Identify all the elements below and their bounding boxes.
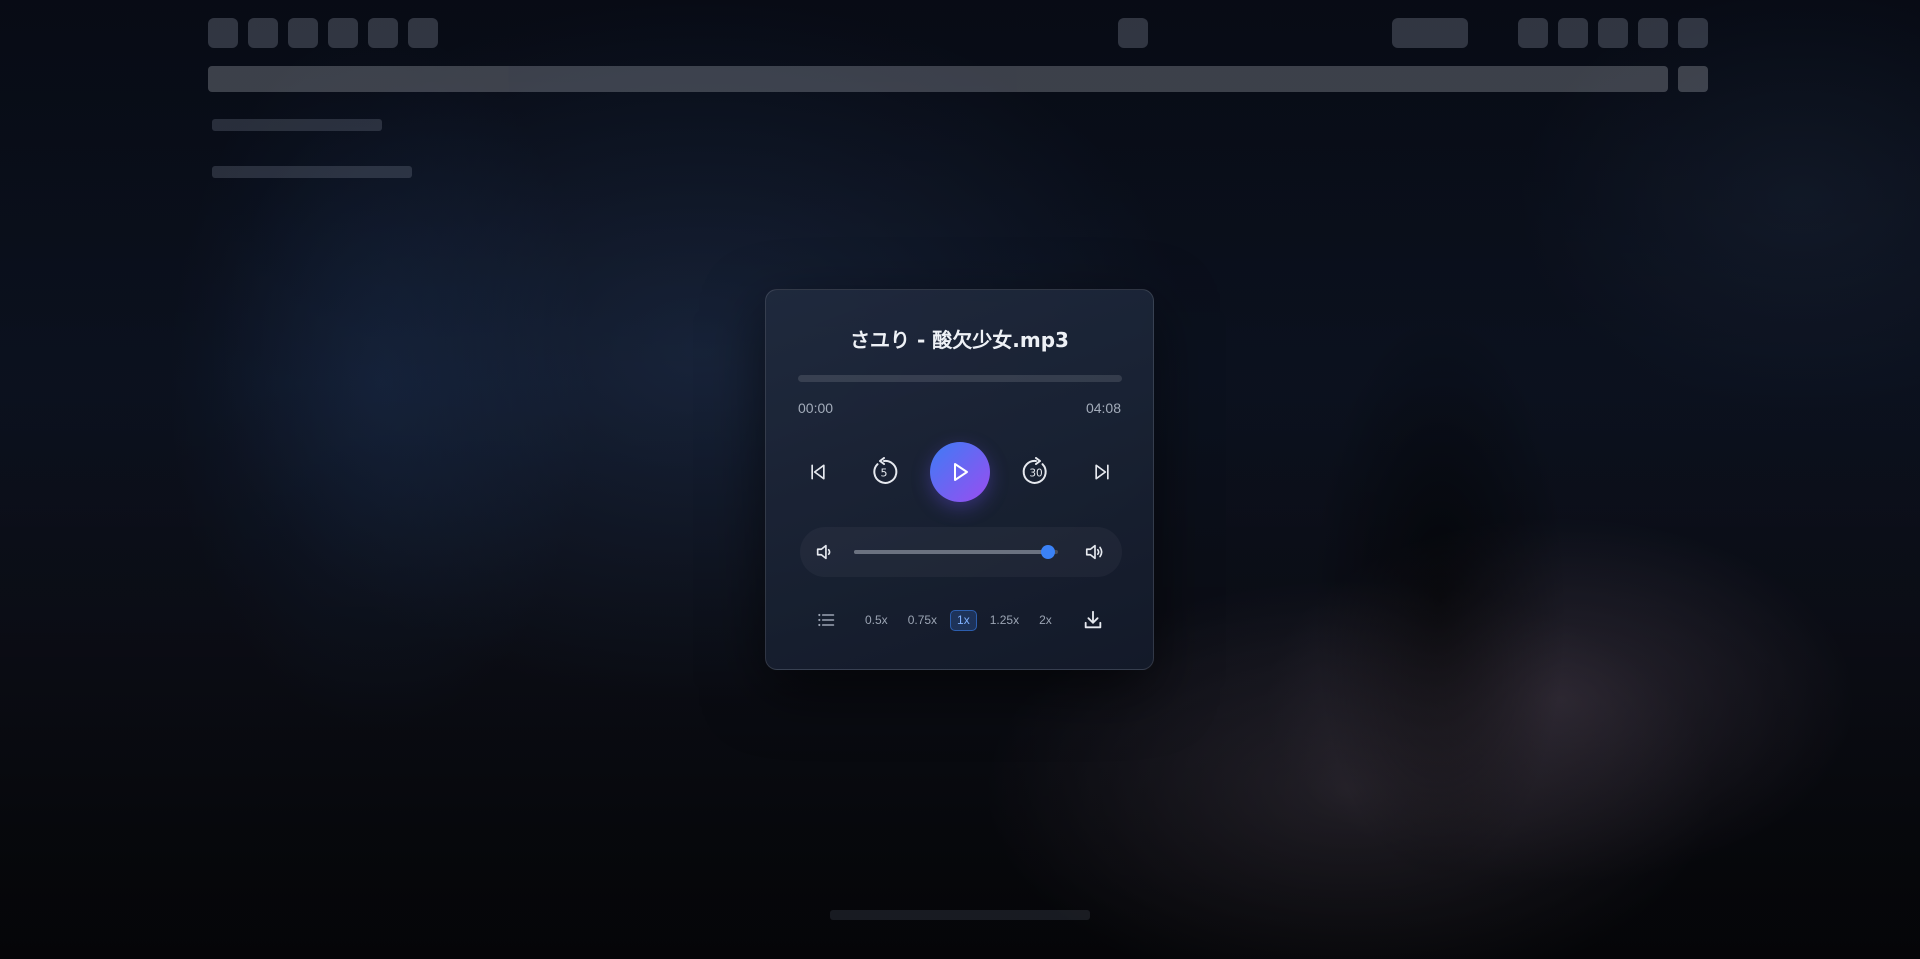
underlying-toolbar-button (248, 18, 278, 48)
forward-button[interactable]: 30 (1016, 442, 1056, 502)
underlying-address-button (1678, 66, 1708, 92)
underlying-file-row (212, 166, 412, 178)
download-icon (1084, 610, 1102, 629)
current-time: 00:00 (798, 400, 834, 416)
rewind-5-icon: 5 (873, 457, 898, 484)
underlying-toolbar-button (1598, 18, 1628, 48)
volume-high-icon (1085, 544, 1103, 560)
playlist-icon (818, 613, 835, 627)
forward-30-icon: 30 (1022, 457, 1047, 484)
underlying-toolbar-button (368, 18, 398, 48)
next-track-button[interactable] (1082, 442, 1122, 502)
underlying-toolbar-right (1518, 18, 1708, 48)
forward-seconds-label: 30 (1029, 468, 1042, 480)
playlist-button[interactable] (816, 610, 836, 630)
speed-option[interactable]: 1.25x (983, 610, 1026, 631)
rewind-button[interactable]: 5 (864, 442, 904, 502)
volume-slider-fill (854, 550, 1048, 554)
speed-option[interactable]: 0.5x (858, 610, 895, 631)
volume-high-button[interactable] (1084, 541, 1106, 563)
volume-control (800, 527, 1122, 577)
track-title: さユり - 酸欠少女.mp3 (850, 328, 1069, 352)
underlying-file-row (212, 119, 382, 131)
underlying-toolbar-button (328, 18, 358, 48)
bottom-toolbar: 0.5x 0.75x 1x 1.25x 2x (766, 608, 1153, 632)
underlying-toolbar-button (408, 18, 438, 48)
underlying-footer (830, 910, 1090, 920)
underlying-toolbar-button (1118, 18, 1148, 48)
volume-low-icon (816, 544, 831, 560)
underlying-address-bar (208, 66, 1668, 92)
total-time: 04:08 (1085, 400, 1121, 416)
volume-slider[interactable] (854, 545, 1058, 559)
speed-option-active[interactable]: 1x (950, 610, 977, 631)
play-button[interactable] (930, 442, 990, 502)
playback-speed-options: 0.5x 0.75x 1x 1.25x 2x (858, 610, 1059, 631)
underlying-toolbar-button (1638, 18, 1668, 48)
volume-slider-thumb[interactable] (1040, 545, 1055, 559)
underlying-toolbar-button (1518, 18, 1548, 48)
underlying-toolbar-button (1558, 18, 1588, 48)
underlying-toolbar-button (1678, 18, 1708, 48)
previous-track-button[interactable] (798, 442, 838, 502)
speed-option[interactable]: 0.75x (901, 610, 944, 631)
speed-option[interactable]: 2x (1032, 610, 1059, 631)
underlying-toolbar-pill (1392, 18, 1468, 48)
playback-controls: 5 30 (766, 442, 1153, 502)
skip-next-icon (1095, 464, 1109, 480)
seek-bar[interactable] (798, 375, 1122, 382)
audio-player-dialog: さユり - 酸欠少女.mp3 00:00 04:08 5 30 0.5x 0.7… (765, 289, 1154, 670)
underlying-toolbar-button (208, 18, 238, 48)
underlying-toolbar-button (288, 18, 318, 48)
download-button[interactable] (1082, 609, 1104, 631)
underlying-toolbar-left (208, 18, 438, 48)
play-icon (954, 463, 968, 481)
skip-previous-icon (811, 464, 825, 480)
volume-low-button[interactable] (814, 541, 836, 563)
rewind-seconds-label: 5 (881, 467, 888, 480)
